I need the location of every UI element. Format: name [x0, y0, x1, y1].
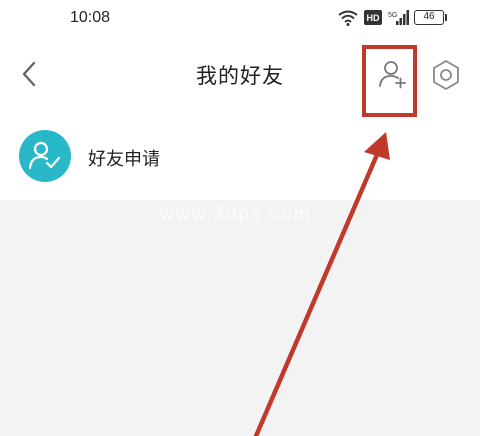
- battery-cap: [445, 14, 447, 21]
- signal-icon: 5G: [388, 10, 409, 25]
- watermark: www.3dps.com: [160, 204, 312, 225]
- svg-text:5G: 5G: [388, 12, 397, 19]
- wifi-icon: [338, 10, 358, 26]
- battery-icon: 46: [414, 10, 444, 25]
- settings-hexagon-icon: [433, 60, 459, 90]
- friend-request-avatar: [19, 130, 71, 182]
- highlight-box: [362, 45, 417, 117]
- friend-request-row[interactable]: 好友申请: [0, 128, 480, 192]
- status-bar: 10:08 HD 5G 46: [0, 0, 480, 34]
- svg-text:HD: HD: [367, 13, 380, 23]
- friend-request-label: 好友申请: [88, 149, 160, 170]
- settings-button[interactable]: [428, 57, 464, 93]
- status-time: 10:08: [70, 9, 111, 26]
- user-check-icon: [29, 141, 61, 170]
- battery-level: 46: [423, 11, 435, 22]
- hd-icon: HD: [364, 10, 382, 25]
- friend-list-area: www.3dps.com: [0, 200, 480, 436]
